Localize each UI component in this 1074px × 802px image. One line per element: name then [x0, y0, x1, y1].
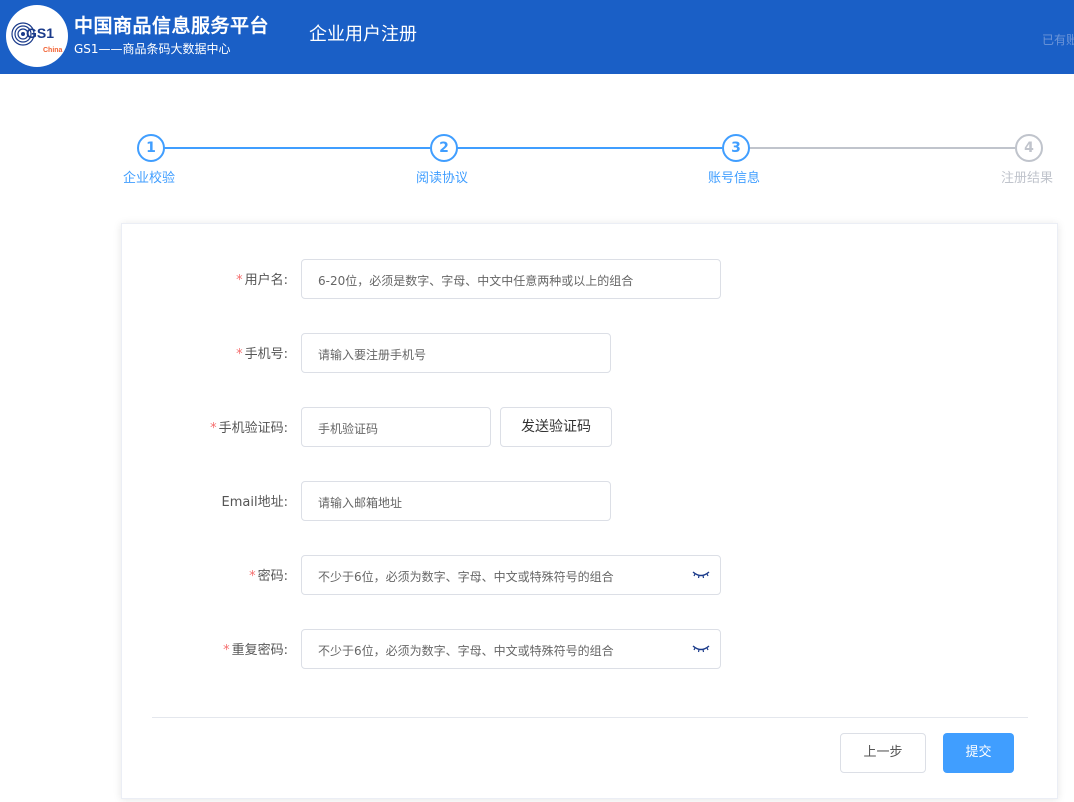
step-connector-3	[749, 147, 1015, 149]
password-repeat-placeholder: 不少于6位，必须为数字、字母、中文或特殊符号的组合	[318, 644, 614, 658]
step-3-circle: 3	[722, 134, 750, 162]
submit-button[interactable]: 提交	[943, 733, 1014, 773]
username-placeholder: 6-20位，必须是数字、字母、中文中任意两种或以上的组合	[318, 274, 634, 288]
password-label: * 密码:	[249, 565, 288, 584]
required-mark: *	[236, 347, 243, 362]
step-2-circle: 2	[430, 134, 458, 162]
email-input[interactable]: 请输入邮箱地址	[301, 481, 611, 521]
step-1-circle: 1	[137, 134, 165, 162]
send-code-button[interactable]: 发送验证码	[500, 407, 612, 447]
phone-label-text: 手机号:	[244, 347, 288, 362]
brand-subtitle: GS1——商品条码大数据中心	[74, 42, 231, 56]
password-repeat-label: * 重复密码:	[223, 639, 288, 658]
sms-code-placeholder: 手机验证码	[318, 422, 379, 436]
eye-closed-icon[interactable]	[692, 569, 710, 581]
required-mark: *	[223, 643, 230, 658]
email-label: Email地址:	[221, 495, 288, 510]
password-placeholder: 不少于6位，必须为数字、字母、中文或特殊符号的组合	[318, 570, 614, 584]
sms-code-label: * 手机验证码:	[210, 417, 288, 436]
page-title: 企业用户注册	[309, 24, 417, 45]
email-placeholder: 请输入邮箱地址	[318, 496, 403, 510]
form-divider	[152, 717, 1028, 718]
password-input[interactable]: 不少于6位，必须为数字、字母、中文或特殊符号的组合	[301, 555, 721, 595]
password-repeat-input[interactable]: 不少于6位，必须为数字、字母、中文或特殊符号的组合	[301, 629, 721, 669]
phone-label: * 手机号:	[236, 343, 288, 362]
required-mark: *	[236, 273, 243, 288]
step-4-label: 注册结果	[1001, 171, 1054, 186]
step-2-label: 阅读协议	[416, 171, 469, 186]
brand-title: 中国商品信息服务平台	[74, 15, 270, 37]
sms-code-input[interactable]: 手机验证码	[301, 407, 491, 447]
eye-closed-icon[interactable]	[692, 643, 710, 655]
username-input[interactable]: 6-20位，必须是数字、字母、中文中任意两种或以上的组合	[301, 259, 721, 299]
step-1-label: 企业校验	[123, 171, 176, 186]
required-mark: *	[249, 569, 256, 584]
gs1-logo: GS1 China	[6, 5, 68, 67]
sms-code-label-text: 手机验证码:	[218, 421, 288, 436]
username-label-text: 用户名:	[244, 273, 288, 288]
step-connector-2	[457, 147, 722, 149]
logo-gs1-text: GS1	[26, 25, 54, 41]
required-mark: *	[210, 421, 217, 436]
account-form-card: * 用户名: 6-20位，必须是数字、字母、中文中任意两种或以上的组合 * 手机号:…	[121, 223, 1058, 799]
prev-step-button[interactable]: 上一步	[840, 733, 926, 773]
phone-input[interactable]: 请输入要注册手机号	[301, 333, 611, 373]
phone-placeholder: 请输入要注册手机号	[318, 348, 427, 362]
step-4-circle: 4	[1015, 134, 1043, 162]
step-3-label: 账号信息	[708, 171, 761, 186]
logo-china-text: China	[43, 47, 63, 54]
login-link[interactable]: 已有账号	[1042, 31, 1074, 48]
password-label-text: 密码:	[257, 569, 288, 584]
password-repeat-label-text: 重复密码:	[231, 643, 288, 658]
step-connector-1	[164, 147, 430, 149]
username-label: * 用户名:	[236, 269, 288, 288]
step-progress: 1 企业校验 2 阅读协议 3 账号信息 4 注册结果	[0, 130, 1074, 190]
top-header: GS1 China 中国商品信息服务平台 GS1——商品条码大数据中心 企业用户…	[0, 0, 1074, 74]
